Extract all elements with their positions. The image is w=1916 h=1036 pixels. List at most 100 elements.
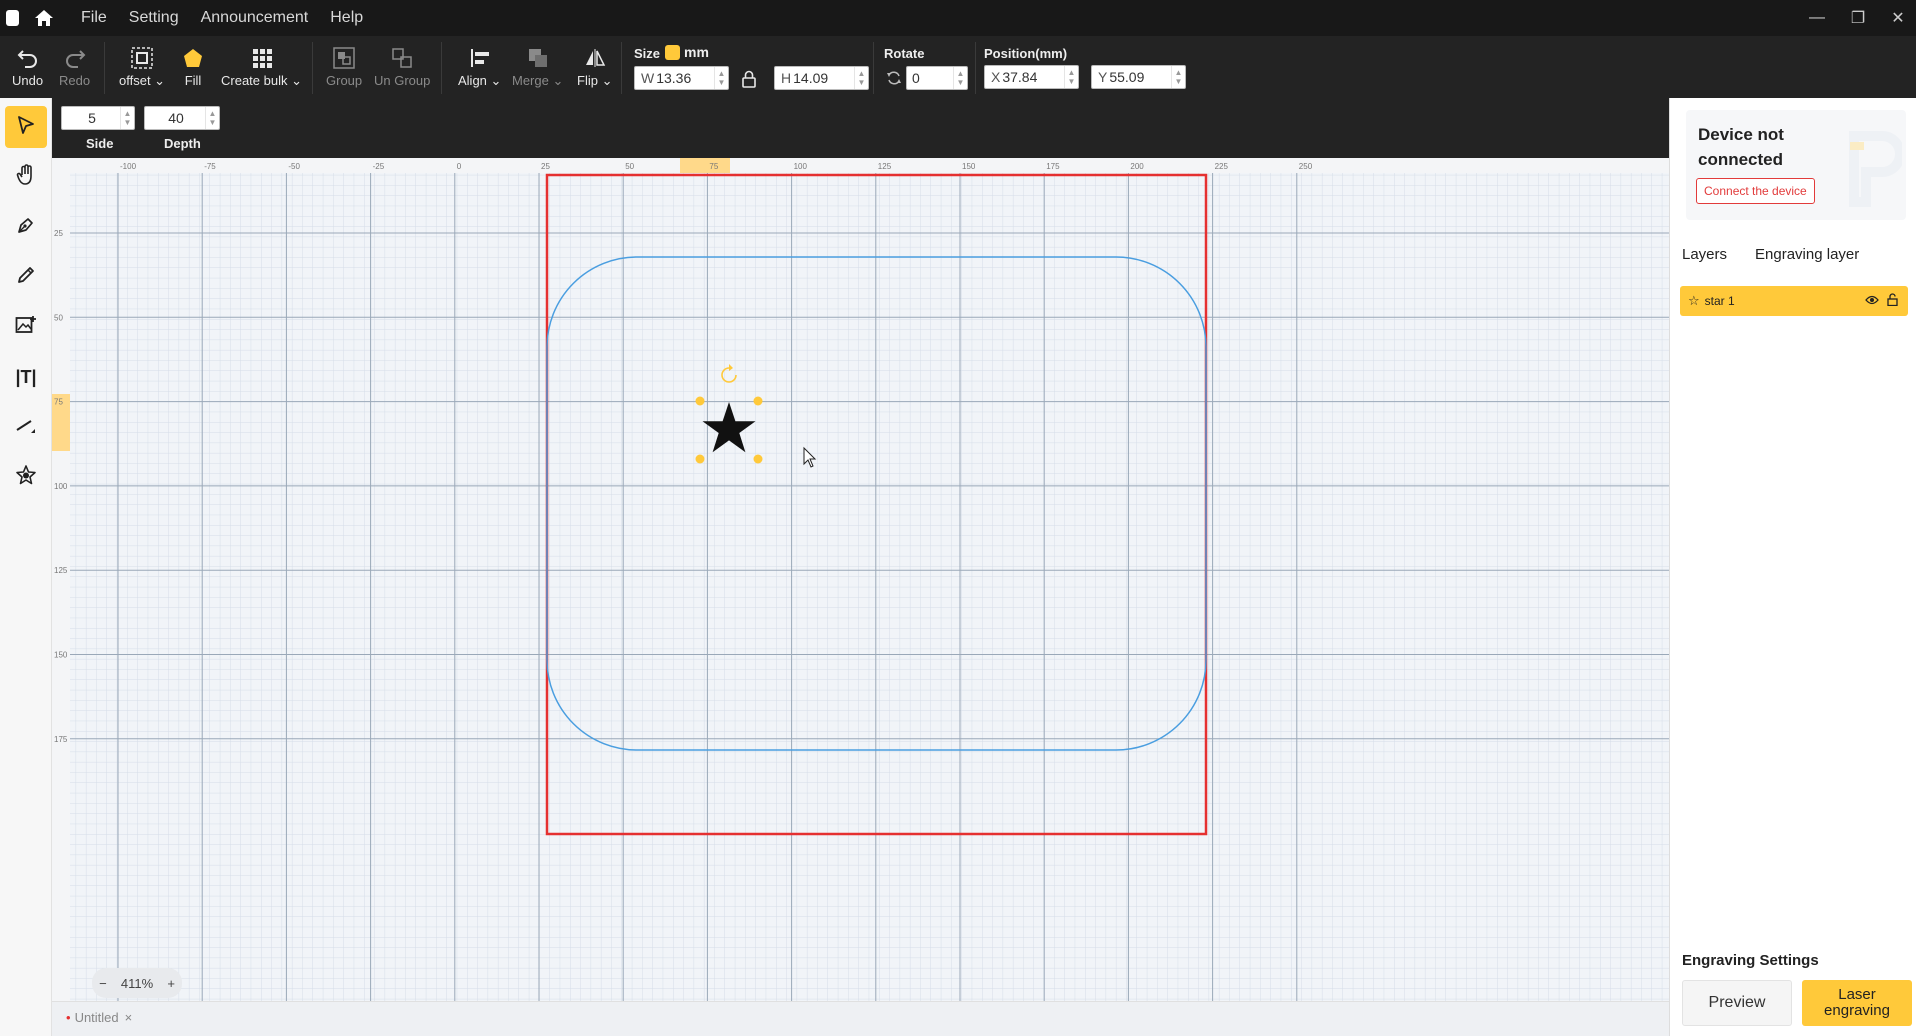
zoom-out-button[interactable]: − bbox=[99, 976, 107, 991]
tab-engraving-layer[interactable]: Engraving layer bbox=[1755, 246, 1859, 263]
select-tool[interactable] bbox=[5, 106, 47, 148]
ruler-tick-label-x: 25 bbox=[541, 162, 550, 171]
ruler-tick-label-y: 175 bbox=[54, 735, 68, 744]
ruler-tick-label-y: 100 bbox=[54, 482, 68, 491]
rotate-input[interactable]: 0 ▲ ▼ bbox=[906, 66, 968, 90]
engraving-settings-title: Engraving Settings bbox=[1682, 952, 1819, 969]
pencil-tool[interactable] bbox=[5, 256, 47, 298]
toolbar-divider bbox=[104, 42, 105, 94]
align-label: Align ⌄ bbox=[458, 73, 502, 88]
minimize-icon[interactable]: — bbox=[1797, 0, 1837, 36]
create-bulk-button[interactable]: Create bulk ⌄ bbox=[221, 46, 302, 89]
text-tool[interactable]: |T| bbox=[5, 356, 47, 398]
redo-icon bbox=[64, 46, 86, 70]
undo-icon bbox=[17, 46, 39, 70]
design-canvas[interactable]: -100 -75 -50 -25 0 25 50 75 100 125 150 175 200 225 25… bbox=[52, 158, 1669, 1001]
add-image-icon bbox=[15, 315, 37, 340]
toolbar-divider bbox=[312, 42, 313, 94]
device-placeholder-icon bbox=[1849, 131, 1902, 207]
tab-layers[interactable]: Layers bbox=[1682, 246, 1727, 263]
flip-button[interactable]: Flip ⌄ bbox=[577, 46, 612, 89]
ruler-tick-label-x: 200 bbox=[1130, 162, 1144, 171]
shape-tool[interactable] bbox=[5, 456, 47, 498]
unlock-icon[interactable] bbox=[1887, 293, 1898, 309]
toolbar-divider bbox=[873, 42, 874, 94]
x-position-input[interactable]: X 37.84 ▲ ▼ bbox=[984, 65, 1079, 89]
side-input[interactable]: 5 ▲ ▼ bbox=[61, 106, 135, 130]
zoom-in-button[interactable]: + bbox=[167, 976, 175, 991]
ruler-highlight-x bbox=[680, 158, 730, 173]
fill-button[interactable]: Fill bbox=[182, 46, 204, 88]
height-stepper[interactable]: ▲ ▼ bbox=[854, 67, 868, 89]
document-tabs-bar: • Untitled × bbox=[52, 1001, 1669, 1036]
eye-icon[interactable] bbox=[1865, 294, 1879, 308]
depth-stepper[interactable]: ▲ ▼ bbox=[205, 107, 219, 129]
image-tool[interactable] bbox=[5, 306, 47, 348]
device-card: Device not connected Connect the device bbox=[1686, 110, 1906, 220]
app-logo-icon bbox=[6, 10, 19, 26]
menu-file[interactable]: File bbox=[81, 9, 107, 27]
menu-help[interactable]: Help bbox=[330, 9, 363, 27]
ruler-tick-label-y: 75 bbox=[54, 398, 63, 407]
ruler-tick-label-y: 25 bbox=[54, 229, 63, 238]
y-position-input[interactable]: Y 55.09 ▲ ▼ bbox=[1091, 65, 1186, 89]
lock-ratio-icon[interactable] bbox=[741, 70, 757, 93]
preview-button[interactable]: Preview bbox=[1682, 980, 1792, 1026]
close-tab-icon[interactable]: × bbox=[125, 1010, 133, 1025]
toolbar-divider bbox=[621, 42, 622, 94]
group-button[interactable]: Group bbox=[326, 46, 362, 88]
laser-engraving-button[interactable]: Laser engraving bbox=[1802, 980, 1912, 1026]
left-ruler bbox=[52, 158, 70, 1001]
ruler-tick-label-x: -25 bbox=[373, 162, 385, 171]
menu-setting[interactable]: Setting bbox=[129, 9, 179, 27]
merge-button[interactable]: Merge ⌄ bbox=[512, 46, 563, 89]
width-value: 13.36 bbox=[656, 70, 692, 86]
line-tool[interactable] bbox=[5, 406, 47, 448]
depth-input[interactable]: 40 ▲ ▼ bbox=[144, 106, 220, 130]
document-tab-label: Untitled bbox=[74, 1010, 119, 1025]
redo-button[interactable]: Redo bbox=[59, 46, 90, 88]
width-stepper[interactable]: ▲ ▼ bbox=[714, 67, 728, 89]
connect-device-button[interactable]: Connect the device bbox=[1696, 178, 1815, 204]
ruler-tick-label-x: 150 bbox=[962, 162, 976, 171]
merge-icon bbox=[527, 46, 549, 70]
pen-nib-icon bbox=[16, 215, 36, 240]
side-stepper[interactable]: ▲ ▼ bbox=[120, 107, 134, 129]
close-icon[interactable]: ✕ bbox=[1878, 0, 1916, 36]
line-icon bbox=[15, 415, 37, 440]
x-stepper[interactable]: ▲ ▼ bbox=[1064, 66, 1078, 88]
ruler-tick-label-y: 50 bbox=[54, 313, 63, 322]
pan-tool[interactable] bbox=[5, 156, 47, 198]
width-prefix: W bbox=[641, 70, 655, 86]
hand-icon bbox=[16, 163, 36, 191]
ruler-tick-label-x: -100 bbox=[120, 162, 137, 171]
title-bar: File Setting Announcement Help — ❐ ✕ bbox=[0, 0, 1916, 36]
flip-icon bbox=[584, 46, 606, 70]
layer-item[interactable]: ☆ star 1 bbox=[1680, 286, 1908, 316]
undo-button[interactable]: Undo bbox=[12, 46, 43, 88]
y-stepper[interactable]: ▲ ▼ bbox=[1171, 66, 1185, 88]
redo-label: Redo bbox=[59, 73, 91, 88]
pen-tool[interactable] bbox=[5, 206, 47, 248]
create-bulk-label: Create bulk ⌄ bbox=[221, 73, 302, 88]
pointer-icon bbox=[16, 115, 36, 140]
document-tab[interactable]: • Untitled × bbox=[66, 1010, 132, 1025]
height-value: 14.09 bbox=[793, 70, 829, 86]
ruler-tick-label-x: 125 bbox=[878, 162, 892, 171]
toolbar-divider bbox=[441, 42, 442, 94]
align-button[interactable]: Align ⌄ bbox=[458, 46, 501, 89]
rotate-stepper[interactable]: ▲ ▼ bbox=[953, 67, 967, 89]
ruler-tick-label-x: 75 bbox=[709, 162, 718, 171]
unit-checkbox[interactable] bbox=[665, 45, 680, 60]
restore-icon[interactable]: ❐ bbox=[1838, 0, 1878, 36]
right-panel: Device not connected Connect the device … bbox=[1669, 98, 1916, 1036]
height-prefix: H bbox=[781, 70, 792, 86]
offset-button[interactable]: offset ⌄ bbox=[119, 46, 165, 89]
home-icon[interactable] bbox=[33, 7, 55, 29]
width-input[interactable]: W 13.36 ▲ ▼ bbox=[634, 66, 729, 90]
group-label: Group bbox=[326, 73, 363, 88]
height-input[interactable]: H 14.09 ▲ ▼ bbox=[774, 66, 869, 90]
flip-label: Flip ⌄ bbox=[577, 73, 613, 88]
menu-announcement[interactable]: Announcement bbox=[201, 9, 309, 27]
ungroup-button[interactable]: Un Group bbox=[374, 46, 430, 88]
